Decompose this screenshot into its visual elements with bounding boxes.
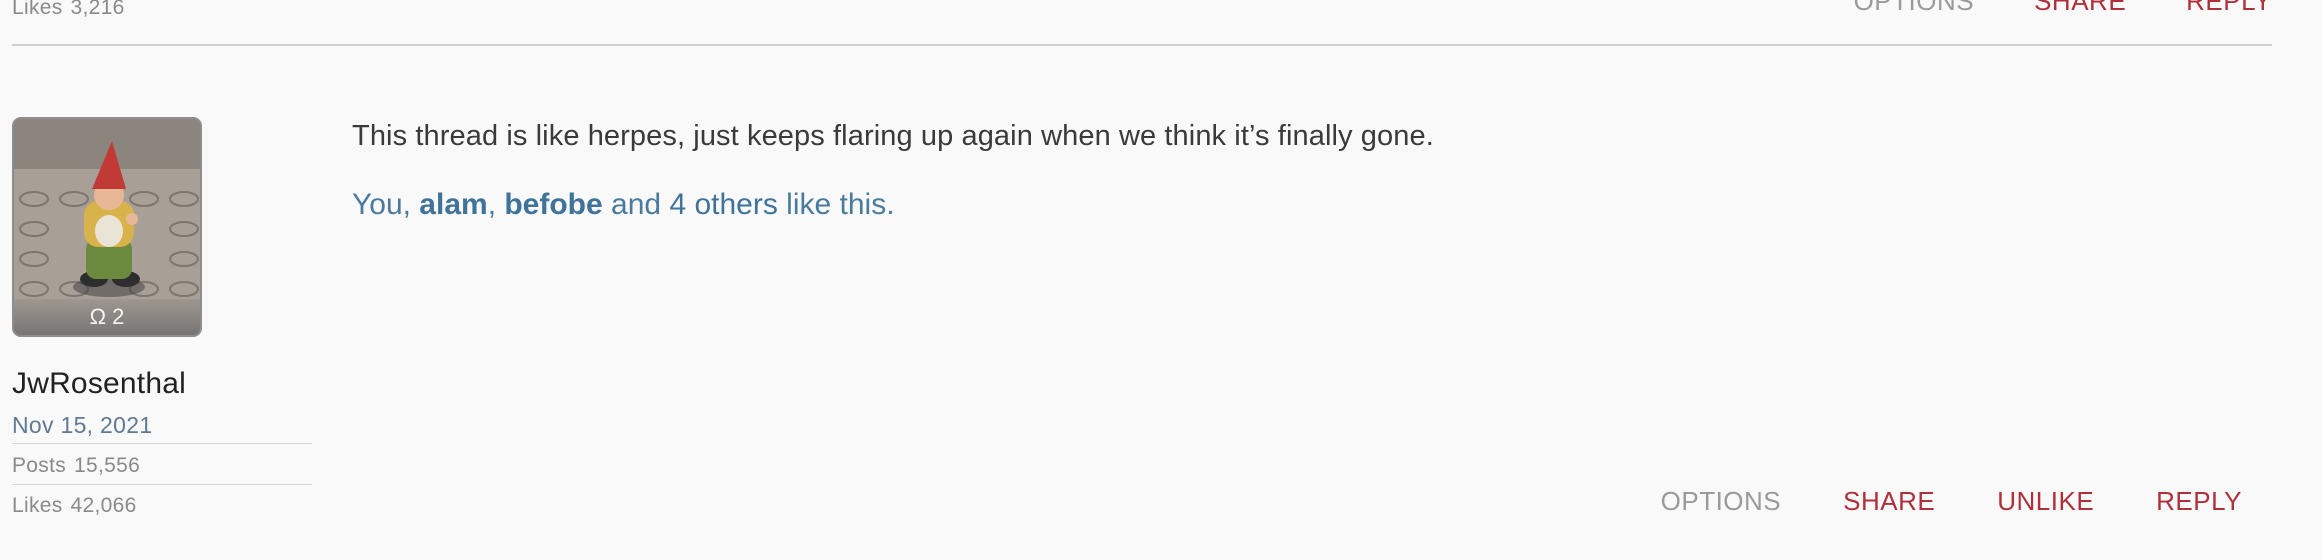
author-posts-stat: Posts 15,556: [12, 454, 140, 478]
post-likes-summary: You, alam, befobe and 4 others like this…: [352, 188, 895, 222]
posts-count: 15,556: [74, 454, 141, 477]
author-username[interactable]: JwRosenthal: [12, 367, 186, 401]
likes-and: and: [602, 188, 670, 221]
previous-post-likes-label: Likes: [12, 0, 63, 19]
post-message: This thread is like herpes, just keeps f…: [352, 120, 1434, 152]
previous-post-options-button[interactable]: OPTIONS: [1854, 0, 1975, 17]
post-actions: OPTIONS SHARE UNLIKE REPLY: [1661, 486, 2242, 517]
share-button[interactable]: SHARE: [1843, 486, 1935, 517]
options-button[interactable]: OPTIONS: [1661, 486, 1782, 517]
likes-count: 42,066: [70, 494, 137, 517]
liker-link-befobe[interactable]: befobe: [504, 188, 602, 221]
omega-icon: Ω: [89, 304, 107, 329]
previous-post-share-button[interactable]: SHARE: [2034, 0, 2126, 17]
previous-post-likes-stat: Likes 3,216: [12, 0, 125, 20]
post-date[interactable]: Nov 15, 2021: [12, 412, 152, 439]
unlike-button[interactable]: UNLIKE: [1997, 486, 2094, 517]
author-likes-stat: Likes 42,066: [12, 494, 137, 518]
author-avatar[interactable]: Ω 2: [12, 117, 202, 337]
likes-separator: ,: [487, 188, 505, 221]
stat-divider: [12, 484, 312, 485]
posts-label: Posts: [12, 454, 67, 477]
likers-others-link[interactable]: 4 others: [669, 188, 777, 221]
previous-post-reply-button[interactable]: REPLY: [2186, 0, 2272, 17]
thread-page: Likes 3,216 OPTIONS SHARE REPLY Ω 2 JwRo…: [0, 0, 2322, 560]
previous-post-likes-count: 3,216: [70, 0, 125, 19]
post-divider: [12, 44, 2272, 46]
stat-divider: [12, 443, 312, 444]
likes-suffix: like this.: [777, 188, 895, 221]
liker-link-alam[interactable]: alam: [419, 188, 487, 221]
reply-button[interactable]: REPLY: [2156, 486, 2242, 517]
likes-prefix: You,: [352, 188, 420, 221]
avatar-badge: Ω 2: [14, 299, 200, 335]
likes-label: Likes: [12, 494, 63, 517]
badge-count: 2: [112, 304, 125, 329]
previous-post-actions: OPTIONS SHARE REPLY: [1854, 0, 2272, 17]
